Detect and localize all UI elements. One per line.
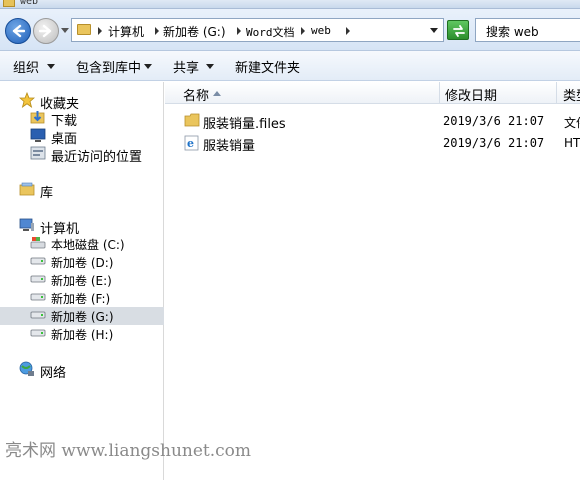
window-title-bar: web: [0, 0, 580, 9]
nav-label: 网络: [40, 366, 67, 381]
file-name: 服装销量.files: [203, 117, 286, 132]
nav-drive-f[interactable]: 新加卷 (F:): [0, 289, 164, 307]
nav-recent[interactable]: 最近访问的位置: [0, 145, 164, 165]
address-bar[interactable]: 计算机 新加卷 (G:) Word文档 web: [71, 18, 444, 42]
table-row[interactable]: 服装销量.files 2019/3/6 21:07 文件: [165, 111, 580, 132]
folder-icon: [77, 24, 91, 35]
breadcrumb-web[interactable]: web: [311, 24, 331, 37]
column-header-row: 名称 修改日期 类型: [165, 82, 580, 104]
computer-icon: [19, 218, 34, 231]
hard-drive-icon: [30, 257, 46, 265]
breadcrumb-separator-icon[interactable]: [155, 27, 159, 35]
system-drive-icon: [30, 237, 46, 249]
nav-drive-c[interactable]: 本地磁盘 (C:): [0, 235, 164, 253]
nav-label: 新加卷 (E:): [51, 274, 112, 288]
nav-drive-e[interactable]: 新加卷 (E:): [0, 271, 164, 289]
nav-desktop[interactable]: 桌面: [0, 127, 164, 147]
file-date: 2019/3/6 21:07: [443, 114, 545, 128]
recent-places-icon: [30, 146, 46, 160]
back-button[interactable]: [5, 18, 31, 44]
nav-label: 新加卷 (H:): [51, 328, 114, 342]
breadcrumb-separator-icon[interactable]: [346, 27, 350, 35]
sort-ascending-icon: [213, 91, 221, 96]
file-date: 2019/3/6 21:07: [443, 136, 545, 150]
refresh-button[interactable]: [447, 20, 469, 40]
organize-button[interactable]: 组织: [13, 57, 39, 76]
breadcrumb-separator-icon[interactable]: [98, 27, 102, 35]
new-folder-button[interactable]: 新建文件夹: [235, 57, 300, 76]
nav-network[interactable]: 网络: [0, 361, 164, 381]
nav-drive-g[interactable]: 新加卷 (G:): [0, 307, 164, 325]
share-button[interactable]: 共享: [173, 57, 199, 76]
download-folder-icon: [30, 111, 45, 124]
file-name: 服装销量: [203, 139, 256, 154]
nav-label: 新加卷 (D:): [51, 256, 114, 270]
folder-icon: [184, 113, 200, 127]
window-title: web: [20, 0, 39, 7]
svg-text:e: e: [187, 137, 194, 150]
nav-computer[interactable]: 计算机: [0, 217, 164, 237]
breadcrumb-drive-g[interactable]: 新加卷 (G:): [163, 23, 226, 40]
column-header-name[interactable]: 名称: [183, 85, 209, 104]
network-icon: [19, 361, 34, 376]
forward-button[interactable]: [33, 18, 59, 44]
file-list: 名称 修改日期 类型 服装销量.files 2019/3/6 21:07 文件 …: [165, 82, 580, 480]
navigation-bar: 计算机 新加卷 (G:) Word文档 web 搜索 web: [0, 9, 580, 51]
nav-label: 最近访问的位置: [51, 150, 143, 165]
breadcrumb-computer[interactable]: 计算机: [108, 23, 144, 40]
chevron-down-icon[interactable]: [206, 64, 214, 69]
hard-drive-icon: [30, 293, 46, 301]
command-bar: 组织 包含到库中 共享 新建文件夹: [0, 51, 580, 81]
nav-label: 本地磁盘 (C:): [51, 238, 125, 252]
nav-label: 新加卷 (G:): [51, 310, 114, 324]
column-header-date[interactable]: 修改日期: [445, 85, 497, 104]
chevron-down-icon[interactable]: [144, 64, 152, 69]
include-library-button[interactable]: 包含到库中: [76, 57, 141, 76]
hard-drive-icon: [30, 275, 46, 283]
nav-libraries[interactable]: 库: [0, 181, 164, 201]
file-type: 文件: [564, 116, 580, 130]
nav-label: 库: [40, 186, 54, 201]
refresh-icon: [453, 25, 465, 37]
library-icon: [19, 182, 35, 196]
folder-icon: [3, 0, 15, 7]
nav-favorites[interactable]: 收藏夹: [0, 92, 164, 112]
table-row[interactable]: e 服装销量 2019/3/6 21:07 HTM: [165, 133, 580, 154]
watermark-text: 亮术网 www.liangshunet.com: [5, 441, 252, 461]
chevron-down-icon[interactable]: [47, 64, 55, 69]
breadcrumb-separator-icon[interactable]: [301, 27, 305, 35]
breadcrumb-separator-icon[interactable]: [237, 27, 241, 35]
navigation-pane: 收藏夹 下载 桌面 最近访问的位置 库 计算机 本地磁盘 (C:) 新加卷 (D…: [0, 82, 164, 480]
nav-downloads[interactable]: 下载: [0, 109, 164, 129]
ie-html-icon: e: [184, 135, 199, 151]
hard-drive-icon: [30, 311, 46, 319]
file-type: HTM: [564, 136, 580, 150]
search-input[interactable]: 搜索 web: [475, 18, 580, 42]
column-divider[interactable]: [439, 82, 440, 104]
search-placeholder: 搜索 web: [486, 25, 539, 39]
arrow-left-icon: [12, 24, 25, 38]
hard-drive-icon: [30, 329, 46, 337]
address-dropdown-icon[interactable]: [430, 28, 438, 33]
nav-label: 新加卷 (F:): [51, 292, 111, 306]
column-header-type[interactable]: 类型: [563, 85, 580, 104]
desktop-icon: [30, 128, 46, 142]
nav-drive-d[interactable]: 新加卷 (D:): [0, 253, 164, 271]
recent-pages-dropdown[interactable]: [61, 28, 69, 33]
column-divider[interactable]: [556, 82, 557, 104]
star-icon: [19, 92, 35, 108]
nav-drive-h[interactable]: 新加卷 (H:): [0, 325, 164, 343]
breadcrumb-word-docs[interactable]: Word文档: [246, 24, 295, 40]
arrow-right-icon: [39, 24, 52, 38]
